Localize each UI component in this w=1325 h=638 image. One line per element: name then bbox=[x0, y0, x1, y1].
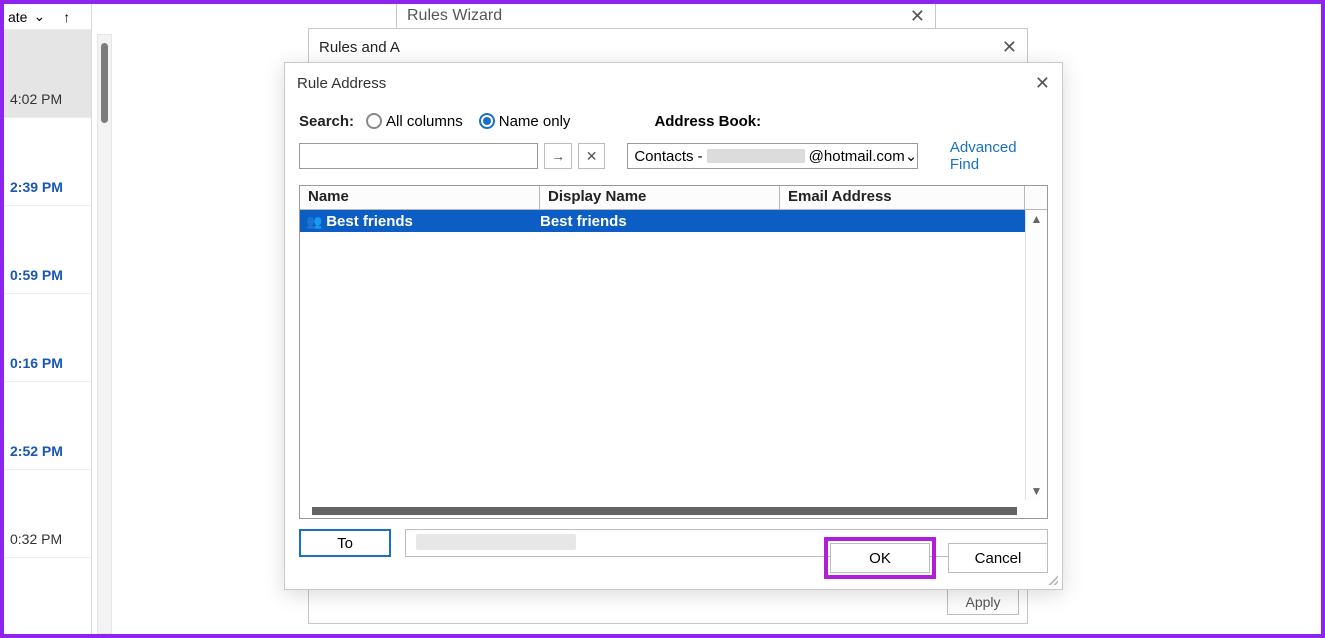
col-name[interactable]: Name bbox=[300, 186, 540, 209]
redacted-text bbox=[707, 149, 805, 163]
redacted-text bbox=[416, 534, 576, 550]
mail-list: ate ⌄ ↑ 4:02 PM 2:39 PM 0:59 PM 0:16 PM 2:52… bbox=[4, 4, 92, 634]
go-button[interactable]: → bbox=[544, 143, 572, 169]
grid-hscroll[interactable] bbox=[312, 507, 1017, 515]
address-book-label: Address Book: bbox=[654, 113, 761, 130]
radio-icon bbox=[366, 113, 382, 129]
mail-time: 2:39 PM bbox=[10, 179, 63, 195]
col-email[interactable]: Email Address bbox=[780, 186, 1025, 209]
mail-item[interactable]: 0:59 PM bbox=[4, 206, 91, 294]
arrow-right-icon: → bbox=[551, 148, 565, 164]
ok-button[interactable]: OK bbox=[830, 543, 930, 573]
col-scroll-gap bbox=[1025, 186, 1047, 209]
cell-name: Best friends bbox=[326, 213, 413, 230]
mail-time: 0:59 PM bbox=[10, 267, 63, 283]
mail-item[interactable]: 0:16 PM bbox=[4, 294, 91, 382]
chevron-down-icon: ⌄ bbox=[905, 147, 918, 165]
address-book-prefix: Contacts - bbox=[634, 148, 702, 165]
contacts-grid: Name Display Name Email Address 👥 Best fr… bbox=[299, 185, 1048, 519]
scroll-up-icon[interactable]: ▲ bbox=[1031, 212, 1043, 226]
ok-highlight: OK bbox=[824, 537, 936, 579]
cell-display: Best friends bbox=[540, 213, 780, 230]
chevron-down-icon[interactable]: ⌄ bbox=[33, 8, 45, 25]
search-label: Search: bbox=[299, 113, 354, 130]
mail-time: 0:32 PM bbox=[10, 531, 62, 547]
rule-address-dialog: Rule Address ✕ Search: All columns Name … bbox=[284, 62, 1063, 590]
grid-vscroll[interactable]: ▲ ▼ bbox=[1025, 210, 1047, 500]
search-input[interactable] bbox=[299, 143, 538, 169]
arrow-up-icon[interactable]: ↑ bbox=[63, 9, 70, 25]
mail-item[interactable]: 2:52 PM bbox=[4, 382, 91, 470]
apply-button[interactable]: Apply bbox=[947, 589, 1019, 615]
mail-sort-header[interactable]: ate ⌄ ↑ bbox=[4, 4, 91, 30]
table-row[interactable]: 👥 Best friends Best friends bbox=[300, 210, 1025, 232]
radio-name-only[interactable]: Name only bbox=[479, 113, 571, 130]
close-icon[interactable]: ✕ bbox=[1035, 74, 1050, 92]
mail-item[interactable]: 4:02 PM bbox=[4, 30, 91, 118]
mail-item[interactable]: 0:32 PM bbox=[4, 470, 91, 558]
advanced-find-link[interactable]: Advanced Find bbox=[950, 139, 1048, 173]
mail-scrollbar[interactable] bbox=[97, 34, 112, 634]
close-icon: ✕ bbox=[586, 148, 598, 165]
radio-all-columns[interactable]: All columns bbox=[366, 113, 463, 130]
grid-header: Name Display Name Email Address bbox=[300, 186, 1047, 210]
close-icon[interactable]: ✕ bbox=[910, 7, 925, 25]
radio-icon bbox=[479, 113, 495, 129]
dialog-title: Rule Address bbox=[297, 75, 386, 92]
mail-time: 0:16 PM bbox=[10, 355, 63, 371]
to-button[interactable]: To bbox=[299, 529, 391, 557]
close-icon[interactable]: ✕ bbox=[1002, 38, 1017, 56]
group-icon: 👥 bbox=[306, 215, 322, 228]
clear-button[interactable]: ✕ bbox=[578, 143, 606, 169]
sort-label: ate bbox=[8, 9, 27, 25]
mail-time: 4:02 PM bbox=[10, 91, 62, 107]
address-book-suffix: @hotmail.com bbox=[809, 148, 905, 165]
resize-grip[interactable] bbox=[1046, 573, 1058, 585]
scroll-thumb[interactable] bbox=[101, 43, 108, 123]
scroll-down-icon[interactable]: ▼ bbox=[1031, 484, 1043, 498]
col-display[interactable]: Display Name bbox=[540, 186, 780, 209]
mail-time: 2:52 PM bbox=[10, 443, 63, 459]
radio-label: All columns bbox=[386, 113, 463, 130]
rules-alerts-title: Rules and A bbox=[319, 39, 400, 56]
cancel-button[interactable]: Cancel bbox=[948, 543, 1048, 573]
rules-wizard-title: Rules Wizard bbox=[407, 7, 502, 25]
mail-item[interactable]: 2:39 PM bbox=[4, 118, 91, 206]
radio-label: Name only bbox=[499, 113, 571, 130]
address-book-select[interactable]: Contacts - @hotmail.com ⌄ bbox=[627, 143, 918, 169]
